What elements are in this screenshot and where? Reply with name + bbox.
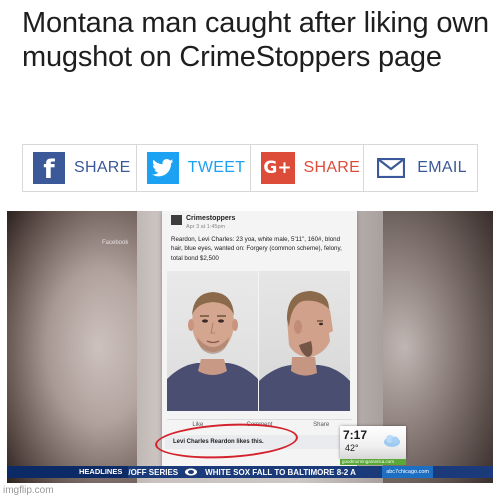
mugshot-profile bbox=[259, 271, 350, 411]
share-bar: f SHARE TWEET G+ SHARE EMAIL bbox=[22, 144, 478, 192]
page-avatar bbox=[171, 215, 182, 225]
email-share-button[interactable]: EMAIL bbox=[364, 145, 477, 191]
clock-temperature: 42° bbox=[345, 443, 359, 453]
google-plus-share-button[interactable]: G+ SHARE bbox=[251, 145, 365, 191]
blurred-background-left bbox=[7, 211, 137, 483]
ticker-headlines-label: HEADLINES bbox=[7, 466, 129, 478]
email-share-label: EMAIL bbox=[417, 159, 467, 176]
ticker-text-1: /OFF SERIES bbox=[128, 467, 179, 477]
email-icon bbox=[374, 152, 408, 184]
network-logo-icon bbox=[185, 468, 198, 476]
news-video-frame[interactable]: Facebook Crimestoppers Apr 3 at 1:45pm R… bbox=[7, 211, 493, 483]
facebook-icon: f bbox=[33, 152, 65, 185]
tv-clock-box: 7:17 42° bbox=[340, 426, 406, 459]
facebook-share-button[interactable]: f SHARE bbox=[23, 145, 137, 191]
cloud-icon bbox=[384, 435, 400, 447]
clock-site-strip: goodmorningamerica.com bbox=[340, 459, 406, 465]
ticker-text-2: WHITE SOX FALL TO BALTIMORE 8-2 A bbox=[205, 467, 356, 477]
post-text: Reardon, Levi Charles: 23 yoa, white mal… bbox=[171, 236, 342, 262]
post-time: Apr 3 at 1:45pm bbox=[186, 224, 226, 230]
mugshot-front bbox=[167, 271, 258, 411]
facebook-share-label: SHARE bbox=[74, 159, 131, 176]
google-plus-share-label: SHARE bbox=[303, 159, 361, 176]
article-headline: Montana man caught after liking own mugs… bbox=[22, 7, 489, 73]
twitter-tweet-label: TWEET bbox=[187, 159, 246, 176]
station-logo: abc7chicago.com bbox=[382, 466, 433, 478]
twitter-icon bbox=[146, 152, 179, 184]
clock-time: 7:17 bbox=[343, 428, 368, 442]
news-ticker: HEADLINES /OFF SERIES WHITE SOX FALL TO … bbox=[7, 466, 493, 478]
imgflip-watermark: imgflip.com bbox=[3, 485, 54, 496]
twitter-tweet-button[interactable]: TWEET bbox=[137, 145, 251, 191]
google-plus-icon: G+ bbox=[260, 152, 295, 184]
facebook-watermark: Facebook bbox=[102, 240, 129, 246]
post-page-name: Crimestoppers bbox=[186, 215, 236, 222]
